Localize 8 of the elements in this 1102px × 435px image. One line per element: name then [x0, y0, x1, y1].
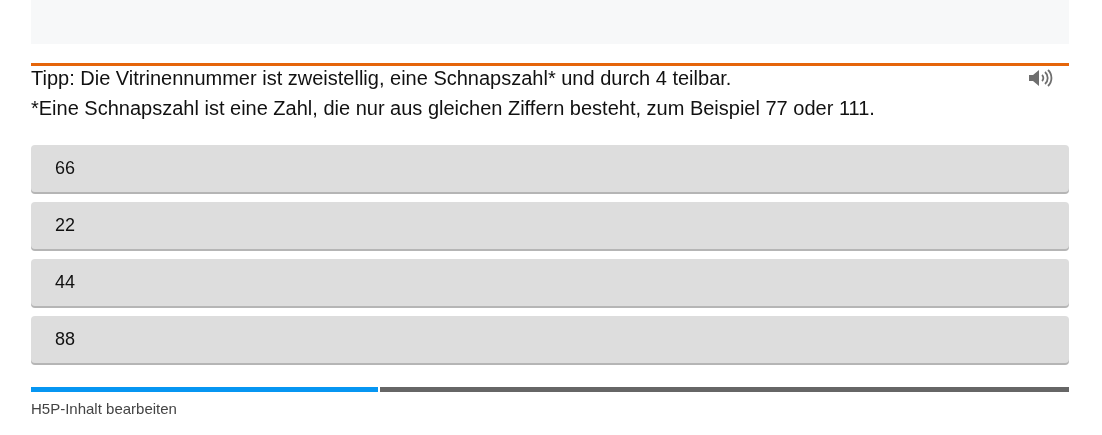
answer-option[interactable]: 66 — [31, 145, 1069, 192]
hint-line: *Eine Schnapszahl ist eine Zahl, die nur aus gleichen Ziffern besteht, zum Beispiel 77 oder 111. — [31, 96, 875, 121]
answer-option[interactable]: 44 — [31, 259, 1069, 306]
edit-link[interactable]: H5P-Inhalt bearbeiten — [31, 400, 177, 417]
answer-option[interactable]: 88 — [31, 316, 1069, 363]
speaker-icon[interactable] — [1027, 68, 1053, 88]
answer-option[interactable]: 22 — [31, 202, 1069, 249]
hint-line: Tipp: Die Vitrinennummer ist zweistellig, eine Schnapszahl* und durch 4 teilbar. — [31, 66, 733, 91]
